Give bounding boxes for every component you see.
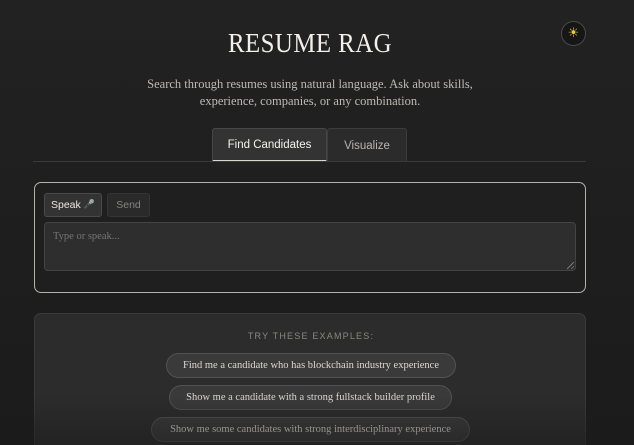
tab-divider: [33, 161, 586, 162]
page-subtitle: Search through resumes using natural lan…: [147, 77, 473, 108]
example-chip-interdisciplinary[interactable]: Show me some candidates with strong inte…: [151, 417, 470, 442]
tab-find-candidates[interactable]: Find Candidates: [212, 128, 327, 162]
speak-button[interactable]: Speak 🎤: [44, 193, 102, 217]
example-chip-fullstack[interactable]: Show me a candidate with a strong fullst…: [169, 385, 452, 410]
tab-bar: Find Candidates Visualize: [212, 128, 407, 162]
send-button[interactable]: Send: [107, 193, 150, 217]
query-input-wrapper: [44, 222, 576, 271]
tab-visualize[interactable]: Visualize: [327, 128, 407, 162]
speak-button-label: Speak: [51, 199, 81, 211]
example-chip-blockchain[interactable]: Find me a candidate who has blockchain i…: [166, 353, 456, 378]
examples-heading: TRY THESE EXAMPLES:: [247, 331, 375, 341]
resize-handle[interactable]: [567, 262, 574, 269]
page-title: RESUME RAG: [227, 28, 393, 58]
app-page: ☀ RESUME RAG Search through resumes usin…: [0, 0, 634, 445]
query-input[interactable]: [44, 222, 576, 271]
chat-button-row: Speak 🎤 Send: [44, 193, 150, 217]
microphone-icon: 🎤: [83, 200, 95, 210]
examples-panel: TRY THESE EXAMPLES: Find me a candidate …: [34, 313, 586, 445]
chat-input-panel: Speak 🎤 Send: [34, 182, 586, 293]
